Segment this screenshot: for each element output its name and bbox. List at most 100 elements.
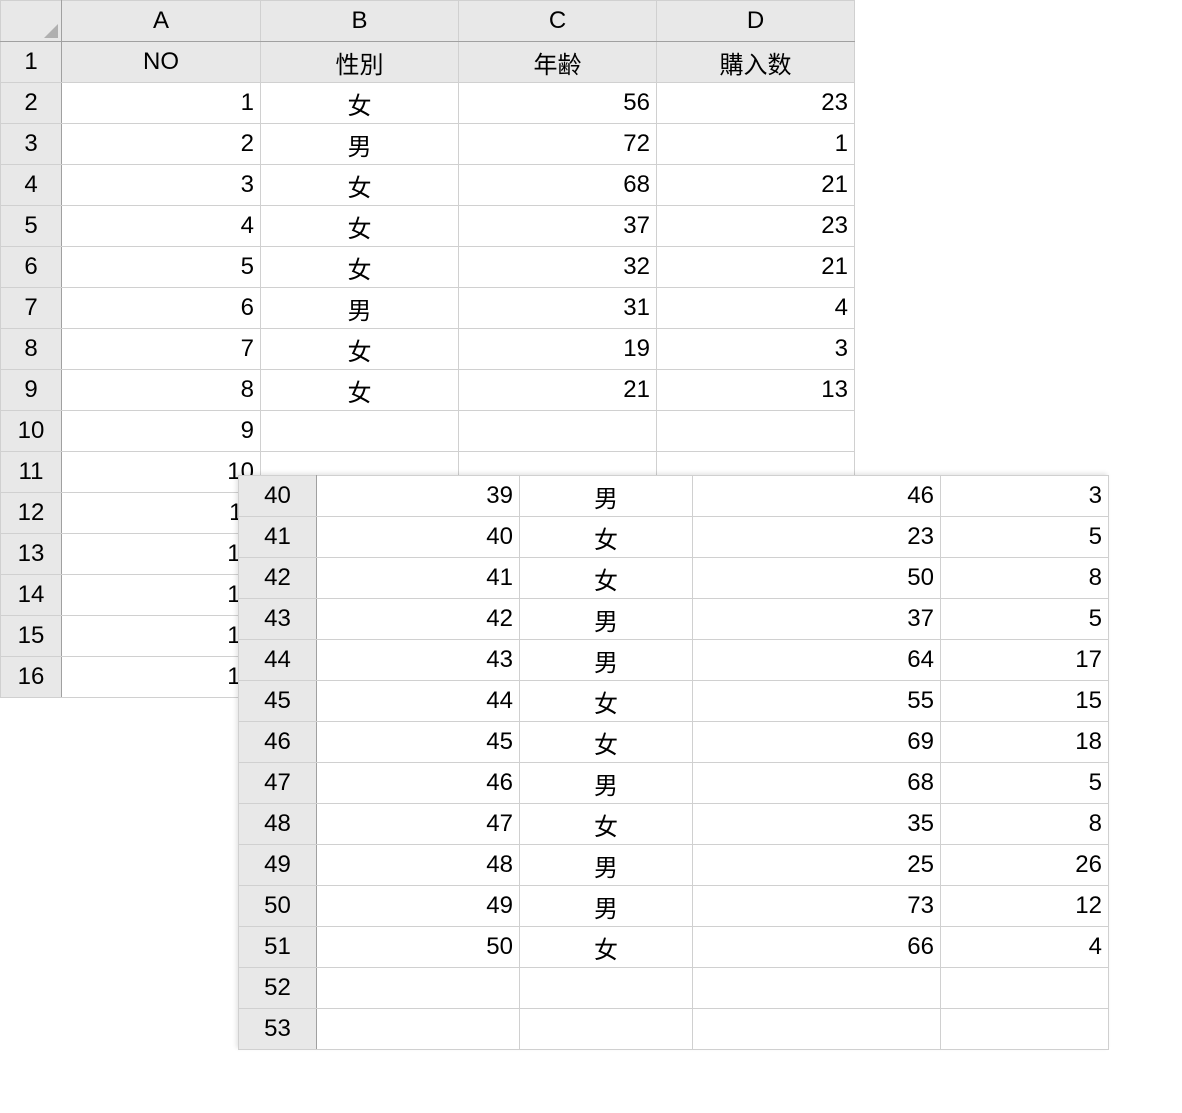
cell[interactable]: 男: [520, 886, 693, 927]
row-header[interactable]: 40: [239, 476, 317, 517]
cell[interactable]: 男: [520, 476, 693, 517]
cell[interactable]: 23: [657, 83, 855, 124]
cell[interactable]: 10: [62, 452, 261, 493]
cell[interactable]: [693, 968, 941, 1009]
cell[interactable]: 44: [317, 681, 520, 722]
row-header[interactable]: 46: [239, 722, 317, 763]
cell[interactable]: 66: [693, 927, 941, 968]
cell[interactable]: 14: [62, 616, 261, 657]
row-header[interactable]: 47: [239, 763, 317, 804]
cell[interactable]: 8: [62, 370, 261, 411]
cell[interactable]: 35: [693, 804, 941, 845]
cell[interactable]: 13: [657, 370, 855, 411]
cell[interactable]: 3: [62, 165, 261, 206]
cell[interactable]: 56: [459, 83, 657, 124]
cell[interactable]: 11: [62, 493, 261, 534]
cell[interactable]: 37: [693, 599, 941, 640]
row-header[interactable]: 44: [239, 640, 317, 681]
row-header[interactable]: 42: [239, 558, 317, 599]
cell[interactable]: 7: [62, 329, 261, 370]
row-header[interactable]: 5: [1, 206, 62, 247]
cell[interactable]: 55: [693, 681, 941, 722]
cell[interactable]: NO: [62, 42, 261, 83]
row-header[interactable]: 11: [1, 452, 62, 493]
cell[interactable]: 13: [62, 575, 261, 616]
cell[interactable]: 26: [941, 845, 1109, 886]
row-header[interactable]: 52: [239, 968, 317, 1009]
cell[interactable]: [657, 411, 855, 452]
cell[interactable]: 5: [941, 517, 1109, 558]
row-header[interactable]: 53: [239, 1009, 317, 1050]
row-header[interactable]: 16: [1, 657, 62, 698]
cell[interactable]: [317, 1009, 520, 1050]
cell[interactable]: 男: [520, 845, 693, 886]
row-header[interactable]: 10: [1, 411, 62, 452]
cell[interactable]: 12: [62, 534, 261, 575]
cell[interactable]: 64: [693, 640, 941, 681]
cell[interactable]: 4: [62, 206, 261, 247]
cell[interactable]: 4: [941, 927, 1109, 968]
cell[interactable]: 50: [317, 927, 520, 968]
cell[interactable]: 女: [261, 83, 459, 124]
cell[interactable]: 73: [693, 886, 941, 927]
cell[interactable]: 21: [459, 370, 657, 411]
row-header[interactable]: 41: [239, 517, 317, 558]
cell[interactable]: [317, 968, 520, 1009]
cell[interactable]: 49: [317, 886, 520, 927]
row-header[interactable]: 2: [1, 83, 62, 124]
row-header[interactable]: 48: [239, 804, 317, 845]
cell[interactable]: 9: [62, 411, 261, 452]
cell[interactable]: 41: [317, 558, 520, 599]
row-header[interactable]: 45: [239, 681, 317, 722]
cell[interactable]: 37: [459, 206, 657, 247]
cell[interactable]: 40: [317, 517, 520, 558]
cell[interactable]: 19: [459, 329, 657, 370]
row-header[interactable]: 51: [239, 927, 317, 968]
cell[interactable]: 女: [520, 722, 693, 763]
col-header-B[interactable]: B: [261, 1, 459, 42]
cell[interactable]: 23: [693, 517, 941, 558]
cell[interactable]: 5: [62, 247, 261, 288]
cell[interactable]: 43: [317, 640, 520, 681]
cell[interactable]: 15: [941, 681, 1109, 722]
cell[interactable]: 69: [693, 722, 941, 763]
cell[interactable]: 女: [520, 681, 693, 722]
cell[interactable]: 女: [261, 329, 459, 370]
cell[interactable]: 72: [459, 124, 657, 165]
cell[interactable]: 男: [261, 288, 459, 329]
cell[interactable]: 8: [941, 558, 1109, 599]
cell[interactable]: 男: [261, 124, 459, 165]
cell[interactable]: 女: [261, 206, 459, 247]
cell[interactable]: [261, 411, 459, 452]
row-header[interactable]: 7: [1, 288, 62, 329]
row-header[interactable]: 14: [1, 575, 62, 616]
row-header[interactable]: 12: [1, 493, 62, 534]
row-header[interactable]: 43: [239, 599, 317, 640]
cell[interactable]: 31: [459, 288, 657, 329]
row-header[interactable]: 3: [1, 124, 62, 165]
row-header[interactable]: 50: [239, 886, 317, 927]
cell[interactable]: 46: [317, 763, 520, 804]
cell[interactable]: 23: [657, 206, 855, 247]
cell[interactable]: 18: [941, 722, 1109, 763]
cell[interactable]: 性別: [261, 42, 459, 83]
cell[interactable]: [520, 1009, 693, 1050]
cell[interactable]: [941, 968, 1109, 1009]
col-header-D[interactable]: D: [657, 1, 855, 42]
row-header[interactable]: 1: [1, 42, 62, 83]
cell[interactable]: 8: [941, 804, 1109, 845]
cell[interactable]: 4: [657, 288, 855, 329]
cell[interactable]: 女: [261, 370, 459, 411]
cell[interactable]: 45: [317, 722, 520, 763]
cell[interactable]: 5: [941, 599, 1109, 640]
cell[interactable]: [693, 1009, 941, 1050]
cell[interactable]: 女: [261, 165, 459, 206]
cell[interactable]: 46: [693, 476, 941, 517]
cell[interactable]: 女: [520, 804, 693, 845]
col-header-A[interactable]: A: [62, 1, 261, 42]
cell[interactable]: 年齢: [459, 42, 657, 83]
cell[interactable]: 48: [317, 845, 520, 886]
cell[interactable]: 男: [520, 763, 693, 804]
cell[interactable]: 女: [520, 517, 693, 558]
cell[interactable]: 1: [657, 124, 855, 165]
